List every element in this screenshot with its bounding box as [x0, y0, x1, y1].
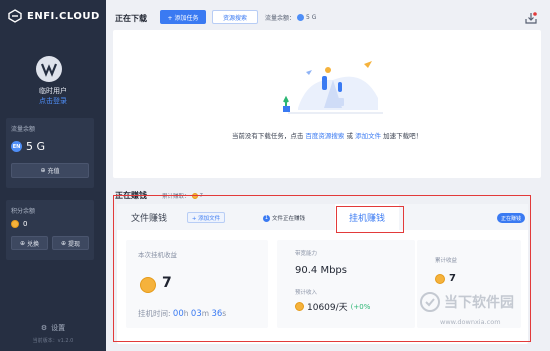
- traffic-title: 流量余额: [11, 126, 36, 133]
- file-status: 1 文件正在赚钱: [263, 214, 305, 222]
- traffic-note: 流量余额： 5 G: [265, 13, 316, 22]
- downloading-title: 正在下载: [115, 14, 147, 23]
- empty-illustration: [283, 61, 383, 114]
- version-text: 当前版本：v1.2.0: [32, 338, 74, 344]
- add-task-button[interactable]: + 添加任务: [160, 10, 206, 24]
- accumulated-earnings: 累计赚取： 7: [162, 192, 203, 200]
- withdraw-icon: ⊕: [60, 239, 66, 247]
- idle-time-label: 挂机时间:: [138, 309, 171, 318]
- empty-mid: 或: [346, 132, 354, 140]
- traffic-panel: 流量余额 EN 5 G ⊕ 充值: [6, 118, 94, 188]
- idle-hours: 00: [172, 309, 184, 319]
- recharge-label: 充值: [47, 168, 60, 175]
- user-name: 临时用户: [39, 87, 67, 95]
- expected-income-change: (+0%: [350, 302, 371, 311]
- total-income-value: 7: [449, 273, 456, 284]
- earning-tab-bar: 文件赚钱 + 添加文件 1 文件正在赚钱 挂机赚钱 正在赚钱: [117, 204, 528, 230]
- settings-button[interactable]: ⚙ 设置: [0, 323, 106, 333]
- gear-icon: ⚙: [40, 324, 48, 332]
- expected-income: 10609/天 (+0%: [295, 300, 370, 313]
- download-tray-icon[interactable]: [525, 12, 537, 24]
- traffic-note-value: 5 G: [306, 14, 317, 21]
- idle-seconds: 36: [211, 309, 223, 319]
- idle-income-label: 本次挂机收益: [138, 251, 177, 259]
- total-income-box: 累计收益 7: [417, 240, 521, 328]
- traffic-value: 5 G: [26, 140, 46, 153]
- download-empty-card: 当前没有下载任务，点击 百度资源搜索 或 添加文件 加速下载吧！: [113, 30, 541, 178]
- file-count-badge: 1: [263, 214, 270, 222]
- recharge-button[interactable]: ⊕ 充值: [11, 163, 89, 178]
- idle-time: 挂机时间: 00h 03m 36s: [138, 308, 226, 319]
- file-status-label: 文件正在赚钱: [272, 216, 306, 222]
- idle-minutes: 03: [190, 309, 202, 319]
- points-title: 积分余额: [11, 208, 36, 215]
- settings-label: 设置: [51, 324, 66, 332]
- watermark-logo-icon: [420, 292, 440, 312]
- exchange-button[interactable]: ⊕ 兑换: [11, 236, 48, 250]
- user-logo-icon: [40, 63, 58, 77]
- accumulated-value: 7: [199, 193, 204, 199]
- plus-circle-icon: ⊕: [40, 167, 46, 174]
- bandwidth-value: 90.4 Mbps: [295, 265, 347, 276]
- tab-idle-earning[interactable]: 挂机赚钱: [335, 204, 399, 230]
- sidebar: ENFI.CLOUD 临时用户 点击登录 流量余额 EN 5 G ⊕ 充值 积分…: [0, 0, 106, 351]
- coin-icon: [295, 302, 304, 311]
- unit-s: s: [222, 309, 227, 318]
- total-income-label: 累计收益: [435, 258, 458, 264]
- avatar[interactable]: [36, 56, 62, 82]
- traffic-note-label: 流量余额：: [265, 15, 296, 22]
- traffic-icon: EN: [11, 141, 22, 152]
- empty-message: 当前没有下载任务，点击 百度资源搜索 或 添加文件 加速下载吧！: [113, 130, 541, 140]
- traffic-note-icon: [297, 14, 305, 21]
- empty-suffix: 加速下载吧！: [383, 132, 423, 140]
- coin-icon: [11, 220, 19, 228]
- app-logo: ENFI.CLOUD: [8, 9, 100, 23]
- unit-h: h: [183, 309, 189, 318]
- withdraw-label: 提现: [68, 240, 81, 248]
- baidu-search-link[interactable]: 百度资源搜索: [305, 132, 344, 140]
- bandwidth-label: 带宽能力: [295, 251, 318, 257]
- add-file-link[interactable]: 添加文件: [355, 132, 381, 140]
- watermark-url: www.downxia.com: [440, 318, 501, 326]
- coin-icon: [435, 273, 445, 284]
- total-income: 7: [435, 273, 456, 284]
- coin-icon: [140, 277, 156, 293]
- resource-search-button[interactable]: 资源搜索: [212, 10, 258, 24]
- login-link[interactable]: 点击登录: [0, 96, 106, 106]
- exchange-label: 兑换: [27, 240, 40, 248]
- withdraw-button[interactable]: ⊕ 提现: [52, 236, 89, 250]
- expected-income-label: 预计收入: [295, 290, 318, 296]
- logo-icon: [8, 9, 22, 23]
- idle-income-box: 本次挂机收益 7 挂机时间: 00h 03m 36s: [126, 240, 268, 328]
- earning-status-badge: 正在赚钱: [497, 213, 525, 223]
- points-value: 0: [23, 220, 28, 228]
- tab-file-earning[interactable]: 文件赚钱: [131, 211, 167, 224]
- idle-income-value: 7: [162, 275, 172, 291]
- watermark-text: 当下软件园: [444, 295, 514, 311]
- add-file-button[interactable]: + 添加文件: [187, 212, 225, 223]
- brand-name: ENFI.CLOUD: [27, 10, 100, 22]
- coin-icon: [191, 193, 198, 199]
- accumulated-label: 累计赚取：: [162, 194, 190, 200]
- unit-m: m: [201, 309, 210, 318]
- expected-income-value: 10609/天: [307, 303, 348, 313]
- watermark: 当下软件园: [420, 292, 514, 312]
- bandwidth-box: 带宽能力 90.4 Mbps 预计收入 10609/天 (+0%: [277, 240, 415, 328]
- exchange-icon: ⊕: [19, 239, 25, 247]
- empty-prefix: 当前没有下载任务，点击: [231, 132, 304, 140]
- earning-title: 正在赚钱: [115, 191, 147, 200]
- points-panel: 积分余额 0 ⊕ 兑换 ⊕ 提现: [6, 200, 94, 260]
- app-window: ENFI.CLOUD 临时用户 点击登录 流量余额 EN 5 G ⊕ 充值 积分…: [0, 0, 550, 351]
